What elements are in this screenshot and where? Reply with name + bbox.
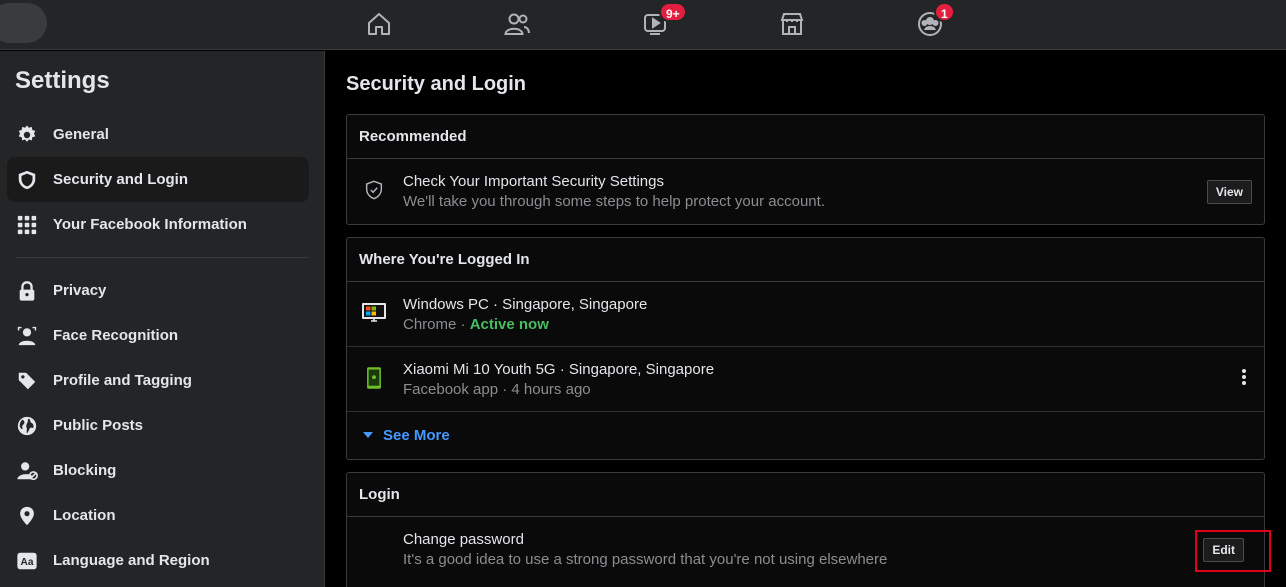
sidebar-item-label: Language and Region xyxy=(53,552,210,569)
sidebar-item-face-recognition[interactable]: Face Recognition xyxy=(7,313,309,358)
top-navigation-bar: 9+ 1 xyxy=(0,0,1286,50)
change-password-subtitle: It's a good idea to use a strong passwor… xyxy=(403,551,888,568)
groups-icon[interactable]: 1 xyxy=(910,2,955,42)
tag-icon xyxy=(14,368,40,394)
main-content: Security and Login Recommended Check You… xyxy=(326,51,1286,587)
marketplace-icon[interactable] xyxy=(772,6,812,42)
sidebar-item-label: Face Recognition xyxy=(53,327,179,344)
sidebar-item-label: Public Posts xyxy=(53,417,144,434)
security-checkup-subtitle: We'll take you through some steps to hel… xyxy=(403,193,825,210)
groups-notification-badge: 1 xyxy=(934,2,955,22)
globe-icon xyxy=(14,413,40,439)
login-card: Login Change password It's a good idea t… xyxy=(346,472,1265,587)
session-app: Chrome · xyxy=(403,316,470,333)
face-recognition-icon xyxy=(14,323,40,349)
blocking-icon xyxy=(14,458,40,484)
sidebar-item-privacy[interactable]: Privacy xyxy=(7,268,309,313)
language-icon: Aa xyxy=(14,548,40,574)
view-button[interactable]: View xyxy=(1206,180,1252,204)
sidebar-item-public-posts[interactable]: Public Posts xyxy=(7,403,309,448)
login-header: Login xyxy=(347,473,1264,517)
sidebar-divider xyxy=(16,257,308,258)
sidebar-item-location[interactable]: Location xyxy=(7,493,309,538)
search-box[interactable] xyxy=(0,3,47,43)
desktop-computer-icon xyxy=(359,296,389,330)
session-device: Xiaomi Mi 10 Youth 5G · Singapore, Singa… xyxy=(403,361,715,378)
security-checkup-title: Check Your Important Security Settings xyxy=(403,173,664,190)
see-more-link[interactable]: See More xyxy=(347,412,1264,458)
friends-icon[interactable] xyxy=(497,6,537,42)
session-app: Facebook app · 4 hours ago xyxy=(403,381,591,398)
sidebar-item-label: Location xyxy=(53,507,116,524)
sidebar-item-label: Security and Login xyxy=(53,171,189,188)
recommended-header: Recommended xyxy=(347,115,1264,159)
watch-notification-badge: 9+ xyxy=(659,2,687,22)
svg-text:Aa: Aa xyxy=(21,557,34,568)
sidebar-title: Settings xyxy=(15,67,110,94)
sidebar-item-label: Privacy xyxy=(53,282,107,299)
edit-button-highlight-box xyxy=(1195,530,1271,572)
settings-sidebar: Settings General Security and Login Your… xyxy=(0,51,325,587)
home-icon[interactable] xyxy=(359,6,399,42)
sidebar-item-your-facebook-information[interactable]: Your Facebook Information xyxy=(7,202,309,247)
shield-check-icon xyxy=(359,173,389,207)
see-more-label: See More xyxy=(383,426,450,444)
gear-icon xyxy=(14,122,40,148)
security-checkup-row: Check Your Important Security Settings W… xyxy=(347,159,1264,224)
sidebar-item-blocking[interactable]: Blocking xyxy=(7,448,309,493)
sidebar-item-label: General xyxy=(53,126,109,143)
sidebar-item-profile-and-tagging[interactable]: Profile and Tagging xyxy=(7,358,309,403)
change-password-row: Change password It's a good idea to use … xyxy=(347,517,1264,582)
sidebar-item-label: Profile and Tagging xyxy=(53,372,192,389)
session-row-windows-pc: Windows PC · Singapore, Singapore Chrome… xyxy=(347,282,1264,347)
recommended-card: Recommended Check Your Important Securit… xyxy=(346,114,1265,225)
shield-icon xyxy=(14,167,40,193)
sidebar-item-label: Your Facebook Information xyxy=(53,216,247,233)
lock-icon xyxy=(14,278,40,304)
grid-icon xyxy=(14,212,40,238)
caret-down-icon xyxy=(363,432,373,438)
sidebar-item-security-and-login[interactable]: Security and Login xyxy=(7,157,309,202)
watch-icon[interactable]: 9+ xyxy=(635,2,687,42)
location-pin-icon xyxy=(14,503,40,529)
sidebar-item-general[interactable]: General xyxy=(7,112,309,157)
page-title: Security and Login xyxy=(346,73,527,95)
change-password-title: Change password xyxy=(403,531,524,548)
logged-in-header: Where You're Logged In xyxy=(347,238,1264,282)
session-device: Windows PC · Singapore, Singapore xyxy=(403,296,648,313)
active-now-status: Active now xyxy=(469,316,549,333)
sidebar-item-label: Blocking xyxy=(53,462,117,479)
logged-in-card: Where You're Logged In Windows PC · Sing… xyxy=(346,237,1265,460)
session-details: Chrome · Active now xyxy=(403,316,549,333)
session-row-xiaomi: Xiaomi Mi 10 Youth 5G · Singapore, Singa… xyxy=(347,347,1264,412)
more-options-icon[interactable] xyxy=(1238,367,1250,391)
mobile-phone-icon xyxy=(359,361,389,395)
sidebar-item-language-and-region[interactable]: Aa Language and Region xyxy=(7,538,309,583)
